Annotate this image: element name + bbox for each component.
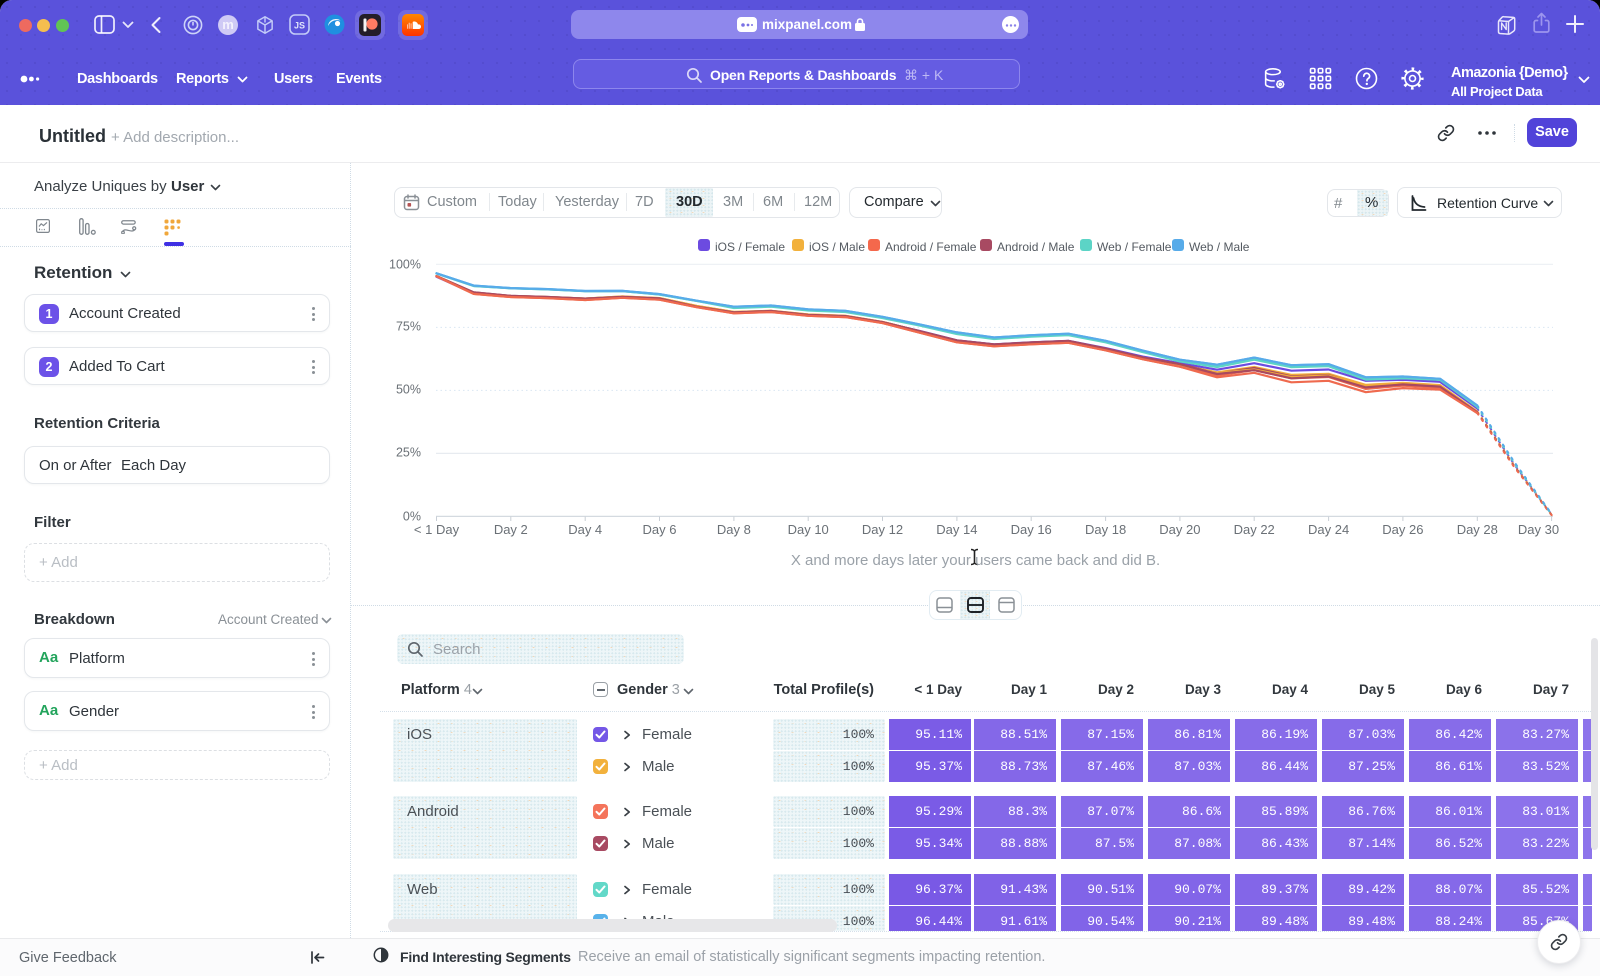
svg-text:Day 22: Day 22 <box>1234 522 1275 537</box>
svg-text:Day 24: Day 24 <box>1308 522 1349 537</box>
svg-text:< 1 Day: < 1 Day <box>414 522 460 537</box>
svg-text:Day 4: Day 4 <box>568 522 602 537</box>
svg-text:75%: 75% <box>396 320 421 334</box>
svg-text:Day 6: Day 6 <box>643 522 677 537</box>
svg-text:Day 28: Day 28 <box>1457 522 1498 537</box>
svg-text:25%: 25% <box>396 446 421 460</box>
svg-text:Day 26: Day 26 <box>1382 522 1423 537</box>
svg-text:Day 8: Day 8 <box>717 522 751 537</box>
svg-text:Day 12: Day 12 <box>862 522 903 537</box>
svg-text:Day 18: Day 18 <box>1085 522 1126 537</box>
svg-text:Day 10: Day 10 <box>788 522 829 537</box>
svg-text:Day 20: Day 20 <box>1159 522 1200 537</box>
svg-text:100%: 100% <box>389 258 421 272</box>
svg-text:Day 30: Day 30 <box>1518 522 1559 537</box>
svg-text:Day 2: Day 2 <box>494 522 528 537</box>
svg-text:Day 16: Day 16 <box>1011 522 1052 537</box>
svg-text:Day 14: Day 14 <box>936 522 977 537</box>
svg-text:50%: 50% <box>396 383 421 397</box>
